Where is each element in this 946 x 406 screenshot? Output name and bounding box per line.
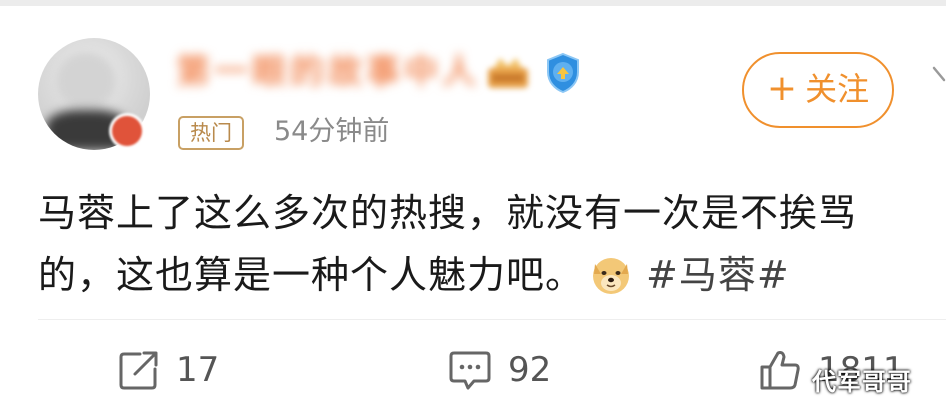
repost-count: 17 (176, 350, 220, 390)
comment-count: 92 (508, 350, 552, 390)
post-time: 54分钟前 (274, 116, 390, 147)
divider (38, 319, 946, 320)
plus-icon: + (766, 68, 798, 109)
avatar-badge-icon (112, 116, 142, 146)
post-text-line-2: 的，这也算是一种个人魅力吧。 #马蓉# (38, 244, 918, 306)
weibo-post-card: 第一眼的故事中人 热门 54分钟前 + 关注 马蓉上了这么多次的热搜，就没有一次是… (0, 0, 946, 406)
vip-crown-icon (488, 58, 528, 88)
like-icon (760, 351, 800, 390)
repost-icon (119, 351, 158, 390)
avatar-face (56, 52, 116, 110)
post-content: 马蓉上了这么多次的热搜，就没有一次是不挨骂 的，这也算是一种个人魅力吧。 #马蓉… (38, 182, 918, 306)
comment-button[interactable]: 92 (448, 346, 551, 394)
top-divider-strip (0, 0, 946, 6)
watermark: 代军哥哥 (812, 368, 912, 396)
follow-button[interactable]: + 关注 (742, 52, 894, 128)
post-text-line-2-text: 的，这也算是一种个人魅力吧。 (38, 253, 585, 297)
comment-icon (449, 351, 491, 390)
doge-emoji-icon (593, 258, 630, 294)
hot-tag: 热门 (178, 116, 244, 150)
verified-badge-icon (547, 52, 579, 94)
repost-button[interactable]: 17 (118, 346, 219, 394)
follow-button-label: 关注 (805, 70, 870, 108)
chevron-down-icon[interactable] (930, 58, 946, 98)
post-text-line-1: 马蓉上了这么多次的热搜，就没有一次是不挨骂 (38, 191, 858, 235)
hashtag-link[interactable]: #马蓉# (646, 253, 790, 297)
